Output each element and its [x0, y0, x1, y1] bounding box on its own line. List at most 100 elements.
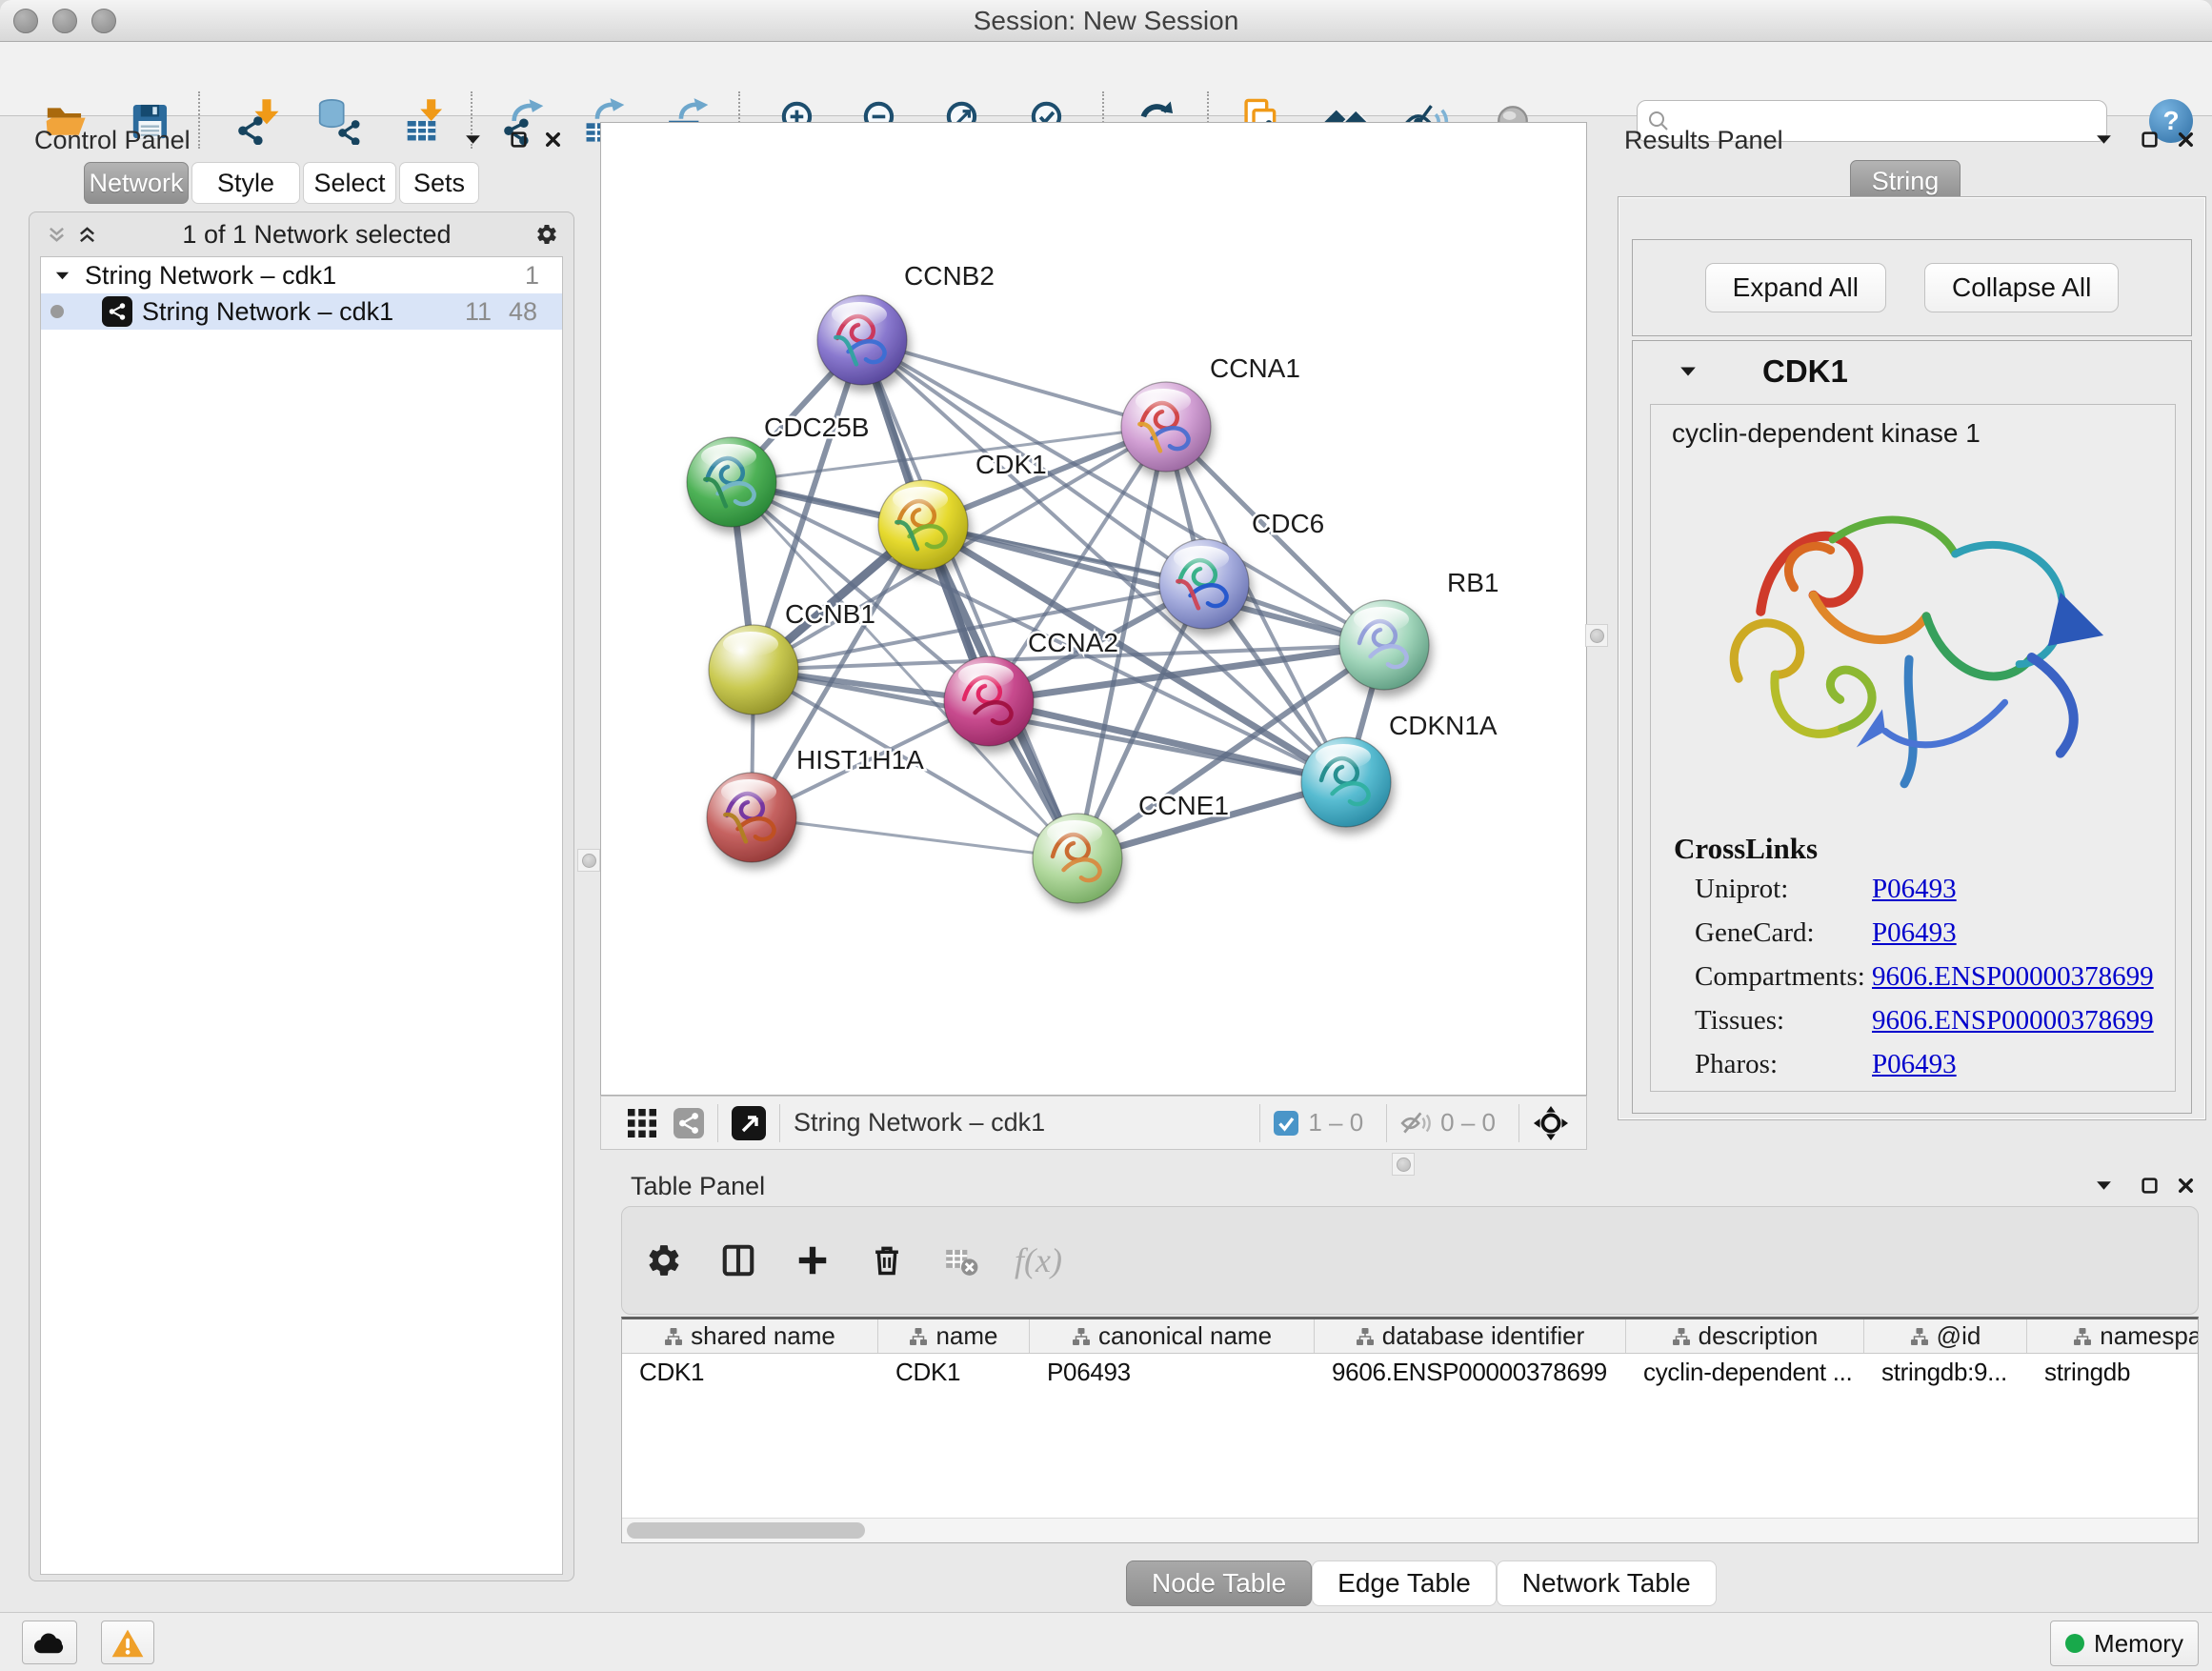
- close-icon: [2177, 131, 2195, 149]
- node-RB1[interactable]: RB1: [1339, 568, 1498, 690]
- function-builder-icon: f(x): [1015, 1240, 1062, 1280]
- footer-separator: [1518, 1104, 1519, 1142]
- tab-select[interactable]: Select: [303, 162, 396, 204]
- tab-network-table[interactable]: Network Table: [1497, 1560, 1717, 1606]
- node-CCNA1[interactable]: CCNA1: [1121, 353, 1300, 472]
- table-cell[interactable]: CDK1: [622, 1354, 878, 1390]
- network-tree: String Network – cdk1 1 String Network –…: [40, 256, 563, 1575]
- column-header-namespace[interactable]: namespace: [2027, 1319, 2199, 1353]
- node-table: shared namenamecanonical namedatabase id…: [621, 1317, 2199, 1543]
- crosslink-value[interactable]: 9606.ENSP00000378699: [1872, 1005, 2154, 1037]
- tab-sets[interactable]: Sets: [399, 162, 479, 204]
- tab-network[interactable]: Network: [84, 162, 189, 204]
- node-CCNE1[interactable]: CCNE1: [1033, 791, 1229, 903]
- collapse-all-button[interactable]: Collapse All: [1924, 263, 2119, 312]
- bottom-splitter-handle[interactable]: [1392, 1153, 1415, 1176]
- network-graph[interactable]: CCNB2CCNA1CDC25BCDK1CDC6RB1CCNB1CCNA2CDK…: [601, 123, 1586, 1095]
- column-header-description[interactable]: description: [1626, 1319, 1864, 1353]
- column-header-name[interactable]: name: [878, 1319, 1030, 1353]
- delete-table-button: [940, 1239, 982, 1281]
- import-network-button[interactable]: [231, 93, 287, 149]
- gene-section-header[interactable]: CDK1: [1633, 341, 2191, 402]
- node-CDKN1A[interactable]: CDKN1A: [1301, 711, 1498, 827]
- table-panel-float-button[interactable]: [2138, 1174, 2161, 1197]
- table-cell[interactable]: 9606.ENSP00000378699: [1315, 1354, 1626, 1390]
- table-cell[interactable]: CDK1: [878, 1354, 1030, 1390]
- pan-mode-button[interactable]: [1533, 1105, 1569, 1141]
- crosslink-value[interactable]: 9606.ENSP00000378699: [1872, 961, 2154, 993]
- gene-section: CDK1 cyclin-dependent kinase 1: [1632, 340, 2192, 1114]
- table-toolbar: f(x): [621, 1206, 2199, 1315]
- column-header-shared-name[interactable]: shared name: [622, 1319, 878, 1353]
- network-row-selected[interactable]: String Network – cdk1 11 48: [41, 293, 562, 330]
- selection-status: 1 of 1 Network selected: [98, 220, 535, 250]
- delete-column-button[interactable]: [866, 1239, 908, 1281]
- tab-edge-table[interactable]: Edge Table: [1312, 1560, 1497, 1606]
- gene-name: CDK1: [1762, 353, 1848, 390]
- table-cell[interactable]: stringdb: [2027, 1354, 2199, 1390]
- crosslink-label: GeneCard:: [1695, 917, 1815, 948]
- selected-checkbox[interactable]: [1274, 1111, 1298, 1136]
- left-splitter-handle[interactable]: [577, 849, 600, 872]
- crosslink-value[interactable]: P06493: [1872, 1049, 1957, 1080]
- node-count: 11: [465, 297, 492, 327]
- table-row[interactable]: CDK1CDK1P064939606.ENSP00000378699cyclin…: [622, 1354, 2198, 1390]
- collection-count: 1: [525, 261, 539, 291]
- attribute-icon: [664, 1327, 683, 1346]
- navigator-button[interactable]: [732, 1106, 766, 1140]
- expand-all-button[interactable]: Expand All: [1705, 263, 1886, 312]
- edge-CDK1-RB1[interactable]: [923, 525, 1384, 645]
- table-cell[interactable]: P06493: [1030, 1354, 1315, 1390]
- database-icon: [314, 97, 362, 145]
- table-panel-menu-button[interactable]: [2092, 1174, 2115, 1197]
- crosshair-move-icon: [1533, 1105, 1569, 1141]
- network-collection-row[interactable]: String Network – cdk1 1: [41, 257, 562, 293]
- tree-expander-icon[interactable]: [50, 264, 73, 287]
- import-table-icon: [402, 97, 450, 145]
- results-panel-menu-button[interactable]: [2092, 128, 2115, 151]
- attribute-icon: [2073, 1327, 2092, 1346]
- memory-button[interactable]: Memory: [2050, 1621, 2199, 1666]
- collapse-all-networks-button[interactable]: [45, 223, 68, 246]
- section-expander-icon[interactable]: [1677, 360, 1699, 383]
- column-header-canonical-name[interactable]: canonical name: [1030, 1319, 1315, 1353]
- footer-separator: [779, 1104, 780, 1142]
- status-bar: Memory: [0, 1612, 2212, 1671]
- table-panel-close-button[interactable]: [2174, 1174, 2197, 1197]
- column-header--id[interactable]: @id: [1864, 1319, 2027, 1353]
- table-cell[interactable]: cyclin-dependent ...: [1626, 1354, 1864, 1390]
- network-canvas[interactable]: CCNB2CCNA1CDC25BCDK1CDC6RB1CCNB1CCNA2CDK…: [600, 122, 1587, 1096]
- column-header-database-identifier[interactable]: database identifier: [1315, 1319, 1626, 1353]
- crosslink-value[interactable]: P06493: [1872, 874, 1957, 905]
- view-mode-button[interactable]: [674, 1108, 704, 1138]
- node-CCNB1[interactable]: CCNB1: [709, 599, 875, 715]
- tab-style[interactable]: Style: [191, 162, 300, 204]
- tab-node-table[interactable]: Node Table: [1126, 1560, 1312, 1606]
- control-panel-float-button[interactable]: [507, 128, 530, 151]
- double-chevron-down-icon: [48, 226, 66, 244]
- grid-mode-button[interactable]: [628, 1109, 656, 1137]
- table-cell[interactable]: stringdb:9...: [1864, 1354, 2027, 1390]
- import-network-from-database-button[interactable]: [311, 93, 366, 149]
- scrollbar-thumb[interactable]: [627, 1522, 865, 1539]
- network-options-button[interactable]: [535, 223, 558, 246]
- add-column-button[interactable]: [792, 1239, 834, 1281]
- cloud-status-button[interactable]: [22, 1621, 77, 1664]
- gene-detail-card: cyclin-dependent kinase 1: [1650, 404, 2176, 1092]
- edge-CCNE1-HIST1H1A[interactable]: [752, 817, 1077, 858]
- control-panel-menu-button[interactable]: [461, 128, 484, 151]
- table-options-button[interactable]: [643, 1239, 685, 1281]
- show-columns-button[interactable]: [717, 1239, 759, 1281]
- import-table-button[interactable]: [398, 93, 453, 149]
- node-label-CDK1: CDK1: [975, 450, 1047, 479]
- expand-all-networks-button[interactable]: [75, 223, 98, 246]
- results-panel-close-button[interactable]: [2174, 128, 2197, 151]
- node-HIST1H1A[interactable]: HIST1H1A: [707, 745, 924, 862]
- right-splitter-handle[interactable]: [1585, 624, 1608, 647]
- horizontal-scrollbar[interactable]: [622, 1518, 2198, 1542]
- control-panel-close-button[interactable]: [541, 128, 564, 151]
- current-network-dot: [50, 305, 64, 318]
- warnings-button[interactable]: [101, 1621, 154, 1664]
- crosslink-value[interactable]: P06493: [1872, 917, 1957, 949]
- results-panel-float-button[interactable]: [2138, 128, 2161, 151]
